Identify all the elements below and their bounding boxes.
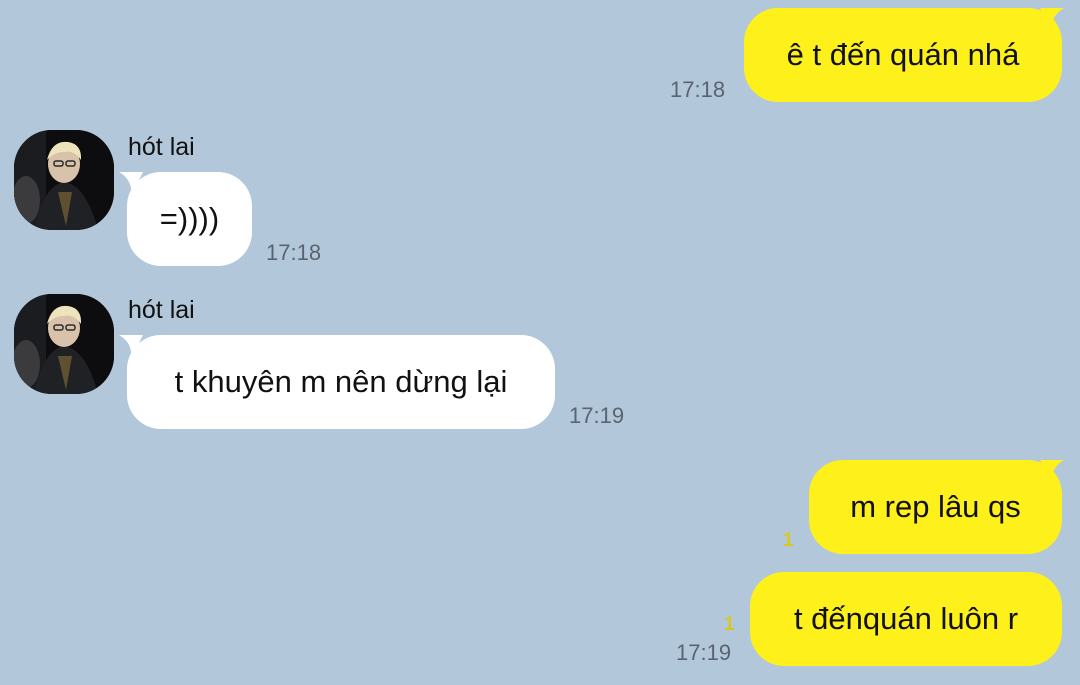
message-bubble[interactable]: =))))	[127, 172, 252, 266]
message-bubble[interactable]: ê t đến quán nhá	[744, 8, 1062, 102]
message-timestamp: 17:18	[670, 77, 726, 102]
unread-count: 1	[724, 614, 735, 635]
message-text: t đếnquán luôn r	[793, 601, 1019, 636]
bubble-tail-icon	[119, 335, 143, 359]
bubble-tail-icon	[119, 172, 143, 196]
avatar-photo-icon	[14, 130, 114, 230]
bubble-tail-icon	[1040, 460, 1064, 484]
bubble-tail-icon	[1040, 8, 1064, 32]
avatar-photo-icon	[14, 294, 114, 394]
message-bubble[interactable]: t đếnquán luôn r	[750, 572, 1062, 666]
message-text: ê t đến quán nhá	[786, 37, 1020, 72]
message-bubble[interactable]: m rep lâu qs	[809, 460, 1062, 554]
message-text: t khuyên m nên dừng lại	[174, 364, 508, 399]
message-bubble[interactable]: t khuyên m nên dừng lại	[127, 335, 555, 429]
sender-avatar[interactable]	[14, 130, 114, 230]
message-timestamp: 17:19	[569, 403, 625, 428]
sender-name: hót lai	[128, 133, 195, 161]
message-text: =))))	[159, 201, 220, 236]
message-timestamp: 17:19	[676, 640, 732, 665]
sender-name: hót lai	[128, 296, 195, 324]
message-text: m rep lâu qs	[850, 489, 1021, 524]
sender-avatar[interactable]	[14, 294, 114, 394]
unread-count: 1	[783, 530, 794, 551]
message-timestamp: 17:18	[266, 240, 322, 265]
